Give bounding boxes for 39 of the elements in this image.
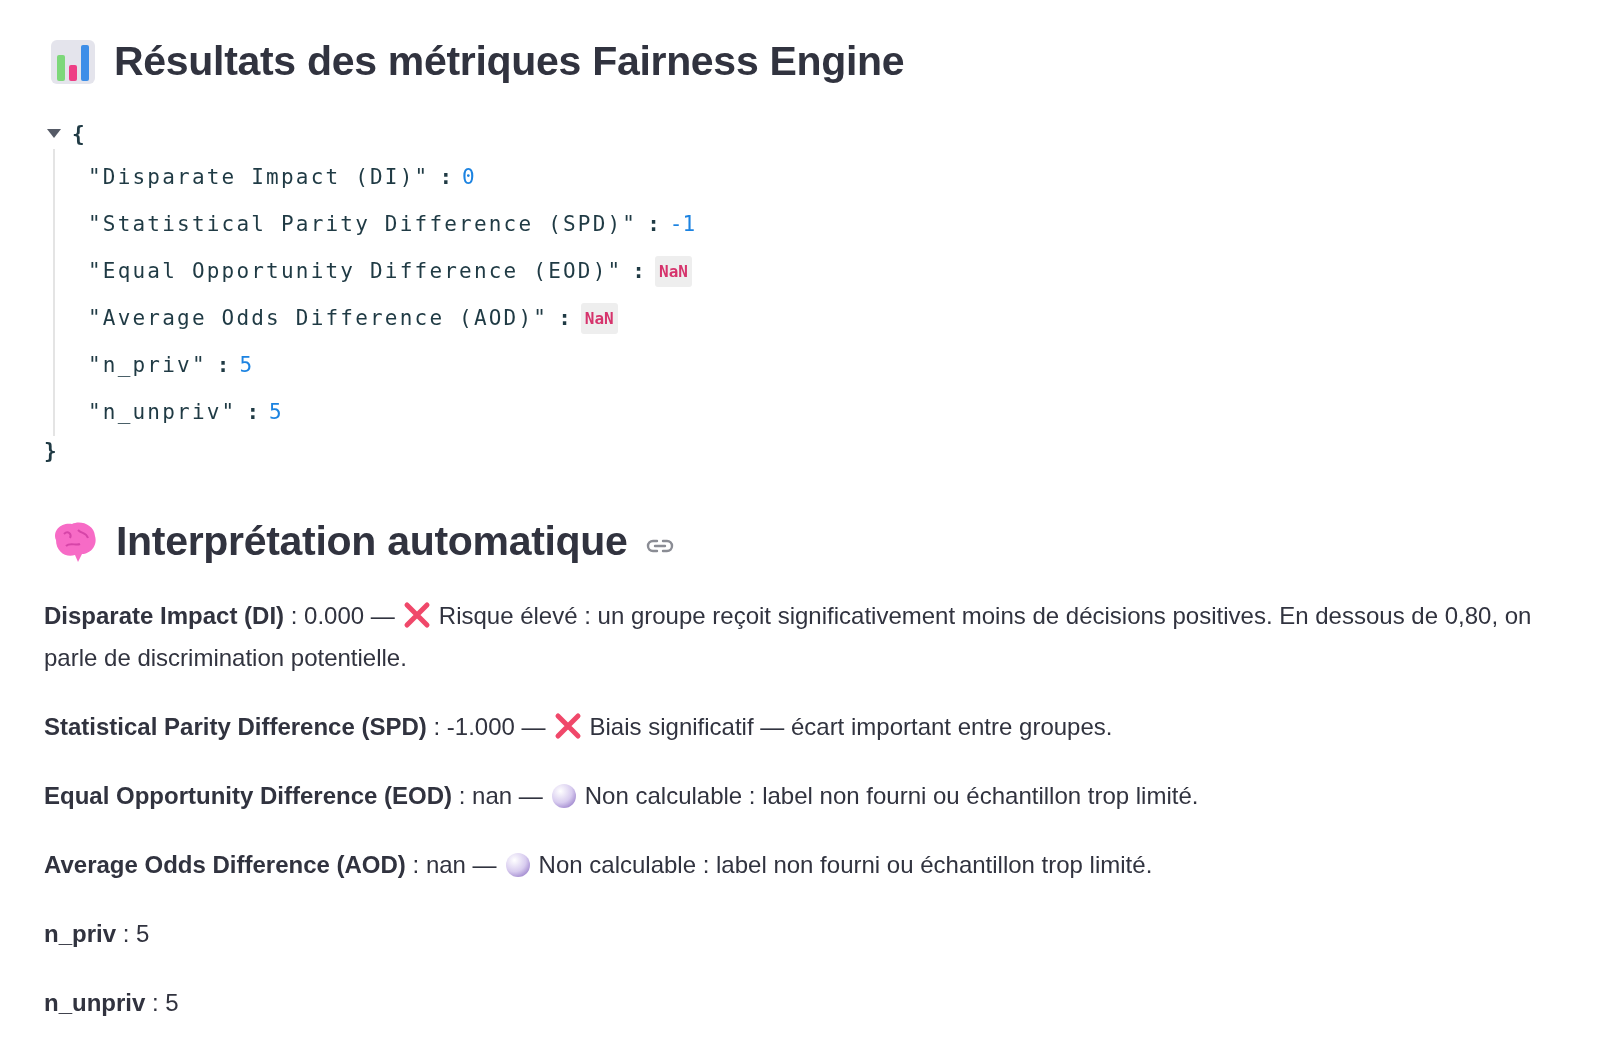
metric-message: parle de discrimination potentielle. xyxy=(44,643,408,673)
json-key: "n_priv" xyxy=(88,353,207,377)
metric-message: Biais significatif — écart important entre groupes. xyxy=(589,713,1113,740)
close-brace: } xyxy=(44,439,57,463)
metric-lead: n_unpriv : 5 xyxy=(44,989,179,1016)
json-key: "Equal Opportunity Difference (EOD)" xyxy=(88,259,623,283)
colon: : xyxy=(647,212,660,236)
section-heading: Résultats des métriques Fairness Engine xyxy=(114,38,905,85)
link-icon[interactable] xyxy=(645,537,674,554)
colon: : xyxy=(558,306,571,330)
json-key: "Statistical Parity Difference (SPD)" xyxy=(88,212,638,236)
metric-lead: Average Odds Difference (AOD) : nan — xyxy=(44,851,497,878)
colon: : xyxy=(632,259,645,283)
json-value: 5 xyxy=(239,353,253,377)
sphere-icon xyxy=(504,852,531,878)
open-brace: { xyxy=(72,122,85,146)
metric-lead: Statistical Parity Difference (SPD) : -1.000 — xyxy=(44,713,546,740)
json-key: "n_unpriv" xyxy=(88,400,237,424)
nan-value: NaN xyxy=(580,302,618,334)
cross-icon xyxy=(553,712,582,740)
metric-lead: Disparate Impact (DI) : 0.000 — xyxy=(44,602,395,629)
metric-lead: Equal Opportunity Difference (EOD) : nan — xyxy=(44,782,543,809)
metric-message: Non calculable : label non fourni ou échantillon trop limité. xyxy=(538,851,1153,878)
cross-icon xyxy=(402,601,431,629)
colon: : xyxy=(246,400,260,424)
colon: : xyxy=(216,353,230,377)
bar-chart-icon xyxy=(50,38,96,85)
nan-value: NaN xyxy=(655,255,692,287)
sphere-icon xyxy=(550,783,577,809)
metric-message: Risque élevé : un groupe reçoit significativement moins de décisions positives. En dessous de 0,80, on xyxy=(438,602,1532,629)
metric-message: Non calculable : label non fourni ou échantillon trop limité. xyxy=(584,782,1199,809)
json-key: "Disparate Impact (DI)" xyxy=(88,165,430,189)
json-value: 0 xyxy=(462,165,475,189)
section-heading: Interprétation automatique xyxy=(116,518,628,565)
json-key: "Average Odds Difference (AOD)" xyxy=(88,306,549,330)
json-value: -1 xyxy=(669,212,696,236)
colon: : xyxy=(439,165,453,189)
metric-lead: n_priv : 5 xyxy=(44,920,150,947)
json-value: 5 xyxy=(269,400,282,424)
